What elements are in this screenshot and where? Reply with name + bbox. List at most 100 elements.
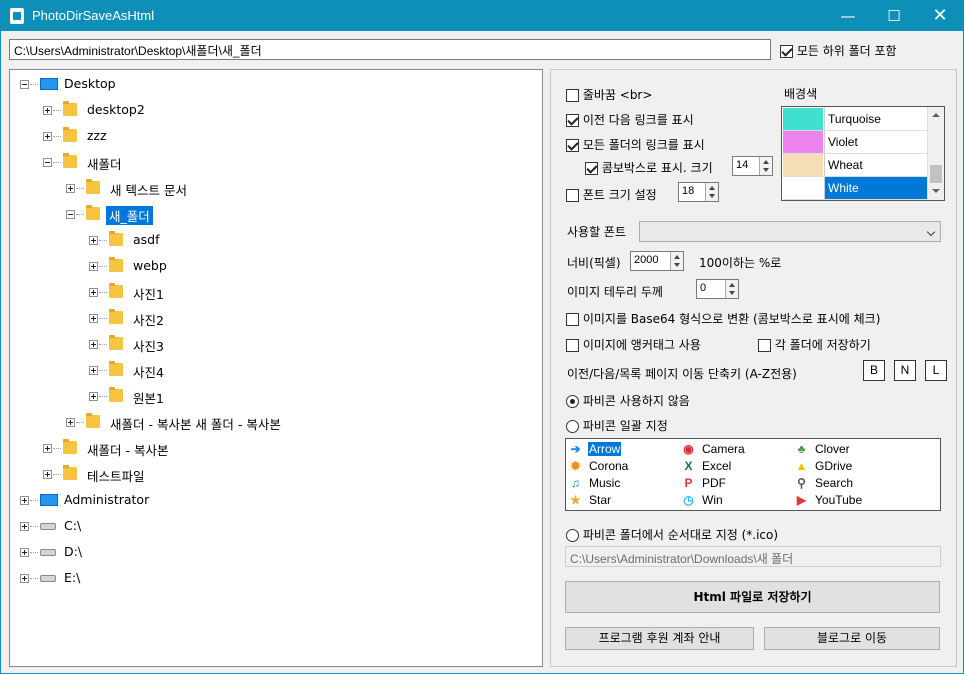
border-arrows[interactable]: [725, 280, 738, 298]
expand-icon[interactable]: [89, 236, 98, 245]
favicon-none-option[interactable]: 파비콘 사용하지 않음: [566, 392, 690, 409]
font-size-option[interactable]: 폰트 크기 설정: [566, 186, 657, 203]
folder-icon: [86, 179, 100, 194]
prev-next-links-checkbox[interactable]: [566, 114, 579, 127]
expand-icon[interactable]: [89, 366, 98, 375]
folder-icon: [63, 153, 77, 168]
save-each-checkbox[interactable]: [758, 339, 771, 352]
border-spinner[interactable]: 0: [696, 279, 739, 299]
expand-icon[interactable]: [89, 392, 98, 401]
tree-connector: [99, 292, 107, 293]
search-icon: ⚲: [797, 476, 806, 490]
combo-display-option[interactable]: 콤보박스로 표시. 크기: [585, 159, 713, 176]
save-html-button[interactable]: Html 파일로 저장하기: [565, 581, 940, 613]
folder-icon: [86, 205, 100, 220]
expand-icon[interactable]: [66, 418, 75, 427]
expand-icon[interactable]: [20, 522, 29, 531]
favicon-batch-option[interactable]: 파비콘 일괄 지정: [566, 417, 668, 434]
blog-button[interactable]: 블로그로 이동: [764, 627, 940, 650]
scroll-thumb[interactable]: [930, 165, 942, 183]
expand-icon[interactable]: [89, 340, 98, 349]
bgcolor-item[interactable]: White: [783, 177, 927, 200]
windows-icon: ◷: [683, 493, 694, 507]
font-select[interactable]: [639, 221, 941, 242]
donate-button[interactable]: 프로그램 후원 계좌 안내: [565, 627, 754, 650]
include-subfolders-check[interactable]: [780, 45, 793, 58]
prev-shortcut-key[interactable]: B: [863, 360, 885, 381]
bgcolor-item[interactable]: Wheat: [783, 154, 927, 177]
favicon-sequential-option[interactable]: 파비콘 폴더에서 순서대로 지정 (*.ico): [566, 526, 778, 543]
list-shortcut-key[interactable]: L: [925, 360, 947, 381]
bgcolor-item[interactable]: Turquoise: [783, 108, 927, 131]
all-folder-links-checkbox[interactable]: [566, 139, 579, 152]
expand-icon[interactable]: [43, 106, 52, 115]
expand-icon[interactable]: [20, 496, 29, 505]
expand-icon[interactable]: [43, 470, 52, 479]
expand-icon[interactable]: [43, 132, 52, 141]
window-title: PhotoDirSaveAsHtml: [32, 8, 155, 23]
tree-item-label: 새폴더 - 복사본: [87, 443, 169, 458]
font-size-arrows[interactable]: [705, 183, 718, 201]
width-arrows[interactable]: [670, 252, 683, 270]
font-size-spinner[interactable]: 18: [678, 182, 719, 202]
favicon-sequential-radio[interactable]: [566, 529, 579, 542]
width-hint: 100이하는 %로: [699, 256, 782, 270]
tree-connector: [99, 266, 107, 267]
favicon-batch-radio[interactable]: [566, 420, 579, 433]
combo-size-arrows[interactable]: [759, 157, 772, 175]
save-each-option[interactable]: 각 폴더에 저장하기: [758, 336, 871, 353]
border-label: 이미지 테두리 두께: [567, 285, 663, 299]
bgcolor-item[interactable]: Violet: [783, 131, 927, 154]
scroll-up-icon[interactable]: [928, 107, 945, 124]
collapse-icon[interactable]: [43, 158, 52, 167]
app-icon: [10, 8, 24, 24]
tree-connector: [76, 214, 84, 215]
anchor-option[interactable]: 이미지에 앵커태그 사용: [566, 336, 701, 353]
maximize-button[interactable]: ☐: [871, 1, 917, 31]
anchor-checkbox[interactable]: [566, 339, 579, 352]
tree-connector: [30, 500, 38, 501]
width-spinner[interactable]: 2000: [630, 251, 684, 271]
folder-tree[interactable]: Desktop desktop2 zzz 새폴더 새 텍스트 문서 새_폴더 asdf web…: [9, 69, 543, 667]
star-icon: ★: [570, 493, 581, 507]
folder-icon: [109, 283, 123, 298]
expand-icon[interactable]: [20, 548, 29, 557]
line-break-checkbox[interactable]: [566, 89, 579, 102]
color-name: Violet: [824, 131, 927, 153]
collapse-icon[interactable]: [66, 210, 75, 219]
base64-option[interactable]: 이미지를 Base64 형식으로 변환 (콤보박스로 표시에 체크): [566, 310, 880, 327]
collapse-icon[interactable]: [20, 80, 29, 89]
path-input[interactable]: C:\Users\Administrator\Desktop\새폴더\새_폴더: [9, 39, 771, 60]
expand-icon[interactable]: [66, 184, 75, 193]
expand-icon[interactable]: [43, 444, 52, 453]
font-size-checkbox[interactable]: [566, 189, 579, 202]
favicon-icon-list[interactable]: ➔ Arrow ◉ Camera ♣ Clover ✹ Corona X Excel ▲ GDrive…: [565, 438, 941, 511]
bgcolor-scrollbar[interactable]: [927, 107, 944, 200]
minimize-button[interactable]: —: [825, 1, 871, 31]
bgcolor-list[interactable]: White Wheat Violet Turquoise: [781, 106, 945, 201]
expand-icon[interactable]: [89, 314, 98, 323]
folder-icon: [63, 101, 77, 116]
include-subfolders-checkbox[interactable]: 모든 하위 폴더 포함: [780, 42, 897, 59]
combo-size-spinner[interactable]: 14: [732, 156, 773, 176]
scroll-down-icon[interactable]: [928, 183, 945, 200]
combo-display-checkbox[interactable]: [585, 162, 598, 175]
all-folder-links-option[interactable]: 모든 폴더의 링크를 표시: [566, 136, 705, 153]
line-break-option[interactable]: 줄바꿈 <br>: [566, 86, 652, 103]
close-button[interactable]: ✕: [917, 1, 963, 31]
tree-item-label: 원본1: [133, 391, 164, 406]
drive-icon: [40, 575, 56, 582]
tree-connector: [76, 422, 84, 423]
prev-next-links-option[interactable]: 이전 다음 링크를 표시: [566, 111, 694, 128]
expand-icon[interactable]: [20, 574, 29, 583]
expand-icon[interactable]: [89, 262, 98, 271]
expand-icon[interactable]: [89, 288, 98, 297]
next-shortcut-key[interactable]: N: [894, 360, 916, 381]
camera-icon: ◉: [683, 442, 694, 456]
base64-checkbox[interactable]: [566, 313, 579, 326]
favicon-item-label: Search: [815, 476, 854, 490]
tree-connector: [30, 578, 38, 579]
favicon-folder-path: C:\Users\Administrator\Downloads\새 폴더: [565, 546, 941, 567]
favicon-none-radio[interactable]: [566, 395, 579, 408]
folder-icon: [109, 257, 123, 272]
